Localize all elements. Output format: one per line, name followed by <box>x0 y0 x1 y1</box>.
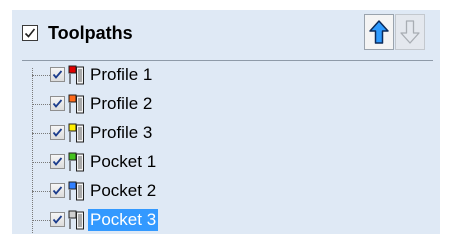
checkmark-icon <box>24 28 36 38</box>
tree-branch-line <box>32 104 50 105</box>
toolpath-icon <box>68 152 84 172</box>
toolpath-row[interactable]: Pocket 3 <box>32 209 332 231</box>
toolpath-icon <box>68 181 84 201</box>
checkmark-icon <box>52 70 63 79</box>
checkmark-icon <box>52 186 63 195</box>
toolpath-row[interactable]: Profile 2 <box>32 93 332 115</box>
tree-branch-line <box>32 133 50 134</box>
toolpaths-visibility-checkbox[interactable] <box>22 25 38 41</box>
checkmark-icon <box>52 99 63 108</box>
header-separator <box>22 60 433 61</box>
toolpath-name: Profile 3 <box>90 123 153 142</box>
toolpath-name: Pocket 2 <box>90 181 157 200</box>
panel-title: Toolpaths <box>48 23 133 43</box>
toolpath-row[interactable]: Profile 3 <box>32 122 332 144</box>
move-up-button[interactable] <box>364 14 394 50</box>
checkmark-icon <box>52 128 63 137</box>
toolpath-icon <box>68 123 84 143</box>
toolpath-icon <box>68 210 84 230</box>
toolpath-visibility-checkbox[interactable] <box>50 183 65 198</box>
toolpath-visibility-checkbox[interactable] <box>50 125 65 140</box>
arrow-up-icon <box>369 20 389 44</box>
toolpath-visibility-checkbox[interactable] <box>50 154 65 169</box>
toolpath-name: Profile 2 <box>90 94 153 113</box>
toolpath-visibility-checkbox[interactable] <box>50 67 65 82</box>
checkmark-icon <box>52 157 63 166</box>
toolpath-icon <box>68 94 84 114</box>
toolpath-row[interactable]: Pocket 1 <box>32 151 332 173</box>
checkmark-icon <box>52 215 63 224</box>
toolpath-name: Profile 1 <box>90 65 153 84</box>
move-down-button[interactable] <box>395 14 425 50</box>
tree-branch-line <box>32 191 50 192</box>
tree-branch-line <box>32 220 50 221</box>
toolpath-visibility-checkbox[interactable] <box>50 212 65 227</box>
tree-branch-line <box>32 75 50 76</box>
toolpath-name: Pocket 3 <box>88 209 159 231</box>
toolpath-visibility-checkbox[interactable] <box>50 96 65 111</box>
tree-branch-line <box>32 162 50 163</box>
toolpath-icon <box>68 65 84 85</box>
toolpath-row[interactable]: Profile 1 <box>32 64 332 86</box>
toolpath-row[interactable]: Pocket 2 <box>32 180 332 202</box>
arrow-down-icon <box>400 20 420 44</box>
toolpath-name: Pocket 1 <box>90 152 157 171</box>
